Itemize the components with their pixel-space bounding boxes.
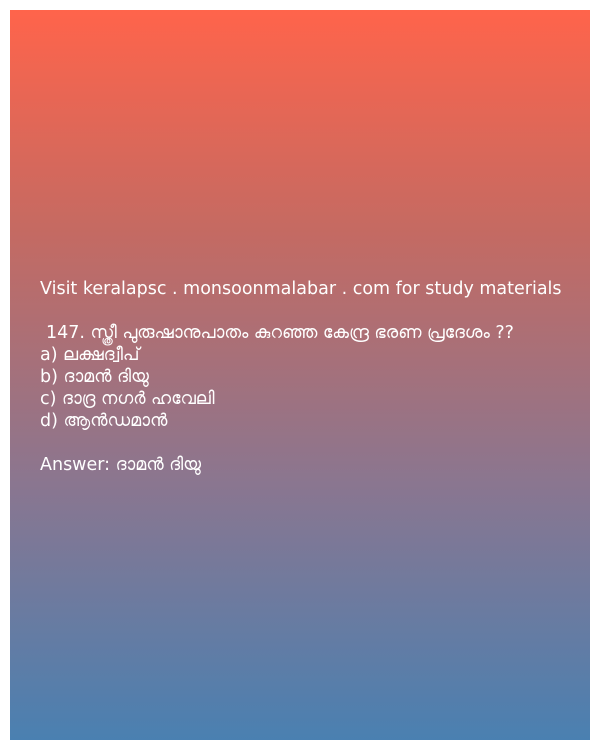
option-c: c) ദാദ്ര നഗർ ഹവേലി [40, 389, 215, 409]
option-d: d) ആൻഡമാൻ [40, 411, 168, 431]
question-text: 147. സ്ത്രീ പുരുഷാനുപാതം കുറഞ്ഞ കേന്ദ്ര … [46, 323, 514, 343]
card-content: Visit keralapsc . monsoonmalabar . com f… [40, 278, 580, 476]
option-a: a) ലക്ഷദ്വീപ് [40, 345, 140, 365]
question-card: Visit keralapsc . monsoonmalabar . com f… [10, 10, 590, 740]
promo-text: Visit keralapsc . monsoonmalabar . com f… [40, 279, 562, 299]
option-b: b) ദാമൻ ദിയു [40, 367, 149, 387]
answer-text: Answer: ദാമൻ ദിയു [40, 455, 202, 475]
